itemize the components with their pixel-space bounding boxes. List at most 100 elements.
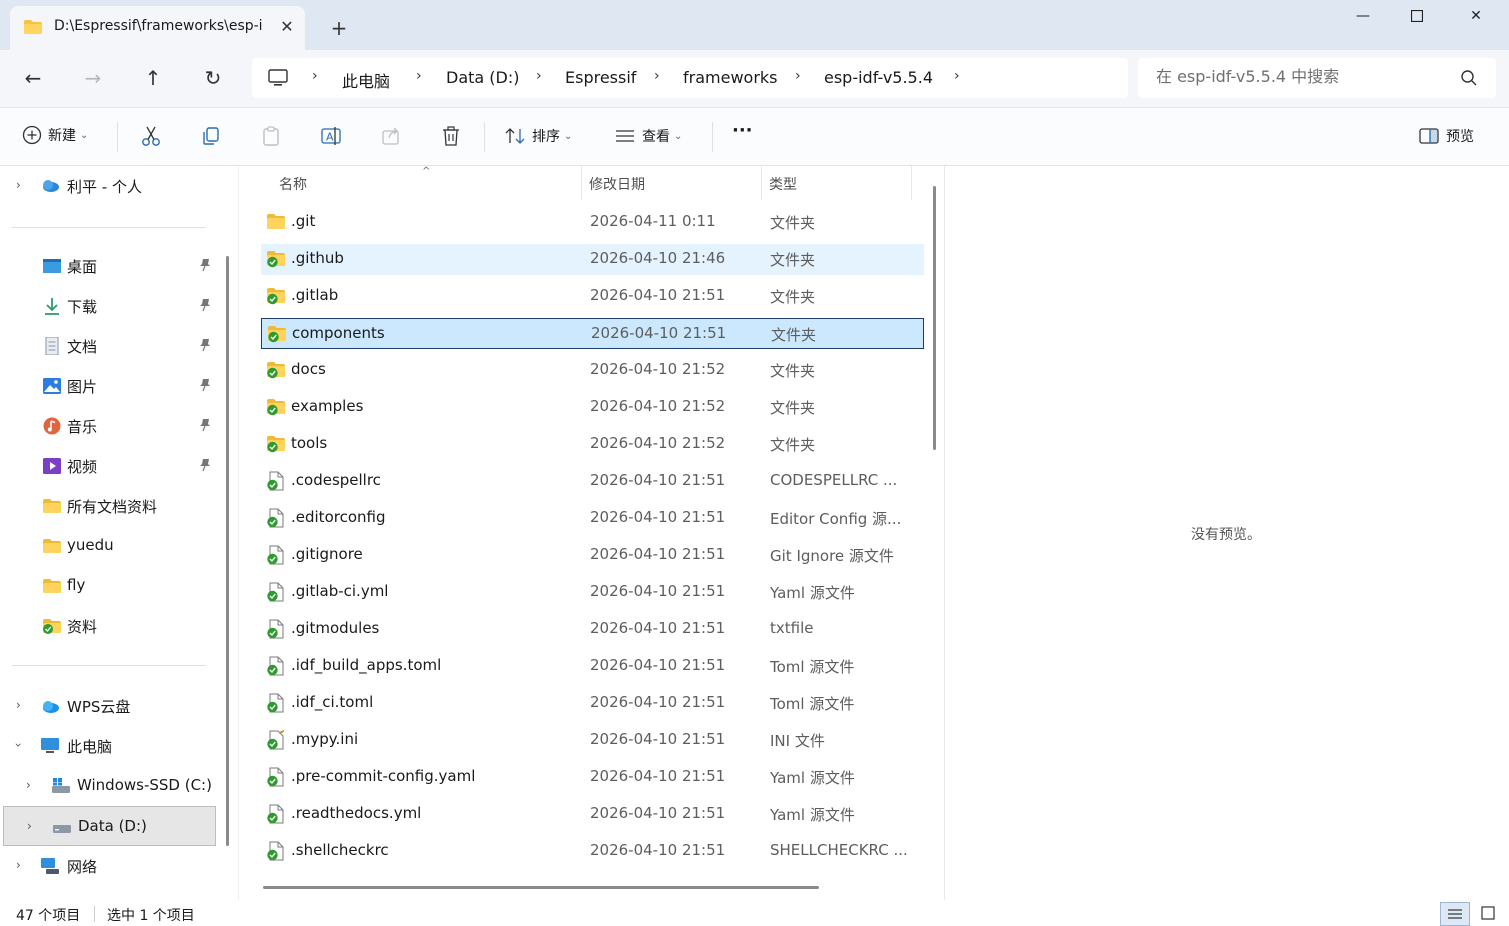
refresh-button[interactable]: ↻	[198, 64, 228, 92]
breadcrumb-drive-d[interactable]: Data (D:)	[446, 68, 519, 87]
column-header-modified[interactable]: 修改日期	[589, 174, 645, 194]
sidebar-item-videos[interactable]: 视频	[0, 446, 216, 486]
sidebar-item-network[interactable]: › 网络	[0, 846, 216, 886]
sidebar-item-pictures[interactable]: 图片	[0, 366, 216, 406]
chevron-right-icon[interactable]: ›	[16, 178, 21, 192]
chevron-right-icon[interactable]: ›	[16, 858, 21, 872]
sort-button[interactable]: 排序 ⌄	[504, 125, 572, 149]
file-row[interactable]: tools 2026-04-10 21:52 文件夹	[261, 429, 924, 460]
forward-button[interactable]: →	[78, 64, 108, 92]
file-row[interactable]: .gitmodules 2026-04-10 21:51 txtfile	[261, 614, 924, 645]
share-button[interactable]	[380, 125, 402, 149]
sidebar-item-downloads[interactable]: 下载	[0, 286, 216, 326]
column-header-name[interactable]: 名称	[279, 174, 307, 194]
breadcrumb-espressif[interactable]: Espressif	[565, 68, 636, 87]
file-name: .editorconfig	[291, 508, 386, 526]
file-row[interactable]: .editorconfig 2026-04-10 21:51 Editor Conf…	[261, 503, 924, 534]
tiles-view-button[interactable]	[1474, 902, 1504, 926]
file-row[interactable]: .pre-commit-config.yaml 2026-04-10 21:51 Y…	[261, 762, 924, 793]
add-circle-icon	[22, 125, 42, 145]
file-row[interactable]: .git 2026-04-11 0:11 文件夹	[261, 207, 924, 238]
pin-icon[interactable]	[198, 418, 212, 432]
back-button[interactable]: ←	[18, 64, 48, 92]
sidebar-item-fly[interactable]: fly	[0, 566, 216, 606]
sidebar-item-drive-d[interactable]: › Data (D:)	[3, 806, 216, 846]
file-list-horizontal-scrollbar[interactable]	[263, 886, 819, 889]
details-view-button[interactable]	[1440, 902, 1470, 926]
tab-close-button[interactable]: ✕	[276, 16, 298, 38]
pin-icon[interactable]	[198, 298, 212, 312]
file-row[interactable]: examples 2026-04-10 21:52 文件夹	[261, 392, 924, 423]
tab-current[interactable]: D:\Espressif\frameworks\esp-i ✕	[10, 6, 305, 50]
delete-button[interactable]	[440, 125, 462, 149]
column-separator[interactable]	[911, 166, 912, 200]
chevron-down-icon[interactable]: ›	[11, 743, 25, 748]
file-row[interactable]: .idf_ci.toml 2026-04-10 21:51 Toml 源文件	[261, 688, 924, 719]
file-row[interactable]: .mypy.ini 2026-04-10 21:51 INI 文件	[261, 725, 924, 756]
paste-button[interactable]	[260, 125, 282, 149]
sidebar-item-ziliao[interactable]: 资料	[0, 606, 216, 646]
sidebar-item-drive-c[interactable]: › Windows-SSD (C:)	[0, 766, 216, 806]
chevron-right-icon[interactable]: ›	[26, 778, 31, 792]
file-modified-date: 2026-04-10 21:51	[590, 508, 726, 526]
file-row[interactable]: .readthedocs.yml 2026-04-10 21:51 Yaml 源文件	[261, 799, 924, 830]
breadcrumb-frameworks[interactable]: frameworks	[683, 68, 778, 87]
file-row[interactable]: .shellcheckrc 2026-04-10 21:51 SHELLCHECKR…	[261, 836, 924, 867]
pin-icon[interactable]	[198, 338, 212, 352]
selection-count: 选中 1 个项目	[107, 908, 195, 924]
file-row[interactable]: components 2026-04-10 21:51 文件夹	[261, 318, 924, 349]
file-row[interactable]: .codespellrc 2026-04-10 21:51 CODESPELLRC …	[261, 466, 924, 497]
breadcrumb-this-pc[interactable]: 此电脑	[342, 68, 390, 92]
sidebar-item-music[interactable]: 音乐	[0, 406, 216, 446]
address-bar[interactable]: › 此电脑 › Data (D:) › Espressif › framewor…	[252, 58, 1128, 98]
file-list-vertical-scrollbar[interactable]	[933, 186, 936, 450]
file-row[interactable]: .idf_build_apps.toml 2026-04-10 21:51 Toml…	[261, 651, 924, 682]
breadcrumb-esp-idf[interactable]: esp-idf-v5.5.4	[824, 68, 933, 87]
chevron-right-icon[interactable]: ›	[27, 819, 32, 833]
sidebar-item-documents[interactable]: 文档	[0, 326, 216, 366]
file-name: .idf_build_apps.toml	[291, 656, 442, 674]
column-header-type[interactable]: 类型	[769, 174, 797, 194]
search-box[interactable]	[1138, 58, 1496, 98]
search-input[interactable]	[1156, 67, 1456, 86]
breadcrumb-expand-chevron[interactable]: ›	[954, 68, 960, 84]
file-modified-date: 2026-04-10 21:52	[590, 360, 726, 378]
sidebar-item-this-pc[interactable]: › 此电脑	[0, 726, 216, 766]
sidebar-scrollbar[interactable]	[226, 256, 229, 846]
cut-button[interactable]	[140, 125, 162, 149]
file-type: 文件夹	[770, 214, 816, 232]
chevron-down-icon: ⌄	[674, 130, 683, 142]
breadcrumb-separator: ›	[795, 68, 801, 84]
file-row[interactable]: .github 2026-04-10 21:46 文件夹	[261, 244, 924, 275]
more-options-button[interactable]: ···	[732, 120, 753, 144]
view-button[interactable]: 查看 ⌄	[614, 125, 682, 149]
rename-button[interactable]: A	[320, 125, 342, 149]
pin-icon[interactable]	[198, 458, 212, 472]
trash-icon	[443, 126, 459, 146]
search-icon	[1461, 70, 1477, 86]
sidebar-item-onedrive[interactable]: › 利平 - 个人	[0, 166, 216, 206]
minimize-button[interactable]: —	[1340, 4, 1386, 28]
column-separator[interactable]	[581, 166, 582, 200]
pin-icon[interactable]	[198, 258, 212, 272]
copy-button[interactable]	[200, 125, 222, 149]
rename-icon: A	[321, 127, 341, 145]
file-row[interactable]: .gitignore 2026-04-10 21:51 Git Ignore 源文件	[261, 540, 924, 571]
file-row[interactable]: docs 2026-04-10 21:52 文件夹	[261, 355, 924, 386]
sidebar-item-yuedu[interactable]: yuedu	[0, 526, 216, 566]
sidebar-item-desktop[interactable]: 桌面	[0, 246, 216, 286]
sidebar-item-wps[interactable]: › WPS云盘	[0, 686, 216, 726]
file-row[interactable]: .gitlab 2026-04-10 21:51 文件夹	[261, 281, 924, 312]
sidebar-item-all-docs[interactable]: 所有文档资料	[0, 486, 216, 526]
preview-pane-button[interactable]: 预览	[1418, 125, 1474, 149]
up-button[interactable]: ↑	[138, 64, 168, 92]
close-window-button[interactable]: ✕	[1453, 4, 1499, 28]
new-tab-button[interactable]: +	[326, 15, 352, 41]
file-modified-date: 2026-04-11 0:11	[590, 212, 716, 230]
new-button[interactable]: 新建 ⌄	[22, 125, 88, 149]
maximize-button[interactable]	[1394, 4, 1440, 28]
pin-icon[interactable]	[198, 378, 212, 392]
file-row[interactable]: .gitlab-ci.yml 2026-04-10 21:51 Yaml 源文件	[261, 577, 924, 608]
column-separator[interactable]	[761, 166, 762, 200]
chevron-right-icon[interactable]: ›	[16, 698, 21, 712]
